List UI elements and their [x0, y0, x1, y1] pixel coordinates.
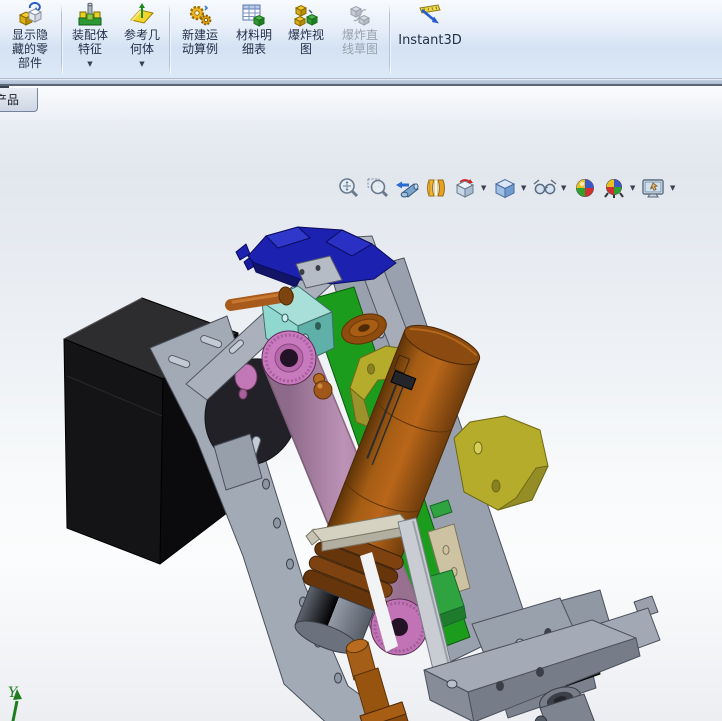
new-motion-study-button[interactable]: 新建运 动算例	[172, 0, 228, 78]
ribbon-separator	[61, 4, 63, 74]
new-motion-study-icon	[187, 2, 213, 28]
ribbon-separator	[169, 4, 171, 74]
button-label-line: 藏的零	[11, 42, 48, 56]
instant3d-icon	[417, 2, 443, 28]
bill-of-materials-button[interactable]: 材料明 细表	[228, 0, 280, 78]
explode-line-sketch-button: 爆炸直 线草图	[332, 0, 388, 78]
button-label-line: 爆炸直	[341, 28, 378, 42]
button-label-line: 参考几	[123, 28, 160, 42]
button-label-line: 线草图	[341, 42, 378, 56]
show-hide-components-button[interactable]: 显示隐 藏的零 部件	[0, 0, 60, 78]
instant3d-button[interactable]: Instant3D	[392, 0, 468, 78]
button-label-line: 动算例	[181, 42, 218, 56]
button-label-line: 爆炸视	[287, 28, 324, 42]
exploded-view-icon	[293, 2, 319, 28]
show-hide-components-icon	[17, 2, 43, 28]
orientation-triad: Y Z X	[8, 685, 22, 721]
document-tab-label: 产品	[0, 93, 20, 107]
button-label-line: 细表	[241, 42, 266, 56]
explode-line-sketch-icon	[347, 2, 373, 28]
button-label-line: 装配体	[71, 28, 108, 42]
graphics-viewport[interactable]: ▼ ▼ ▼ ▼ ▼ Y	[0, 86, 722, 721]
dropdown-caret[interactable]: ▼	[139, 57, 144, 71]
assembly-features-icon	[77, 2, 103, 28]
reference-geometry-button[interactable]: 参考几 何体 ▼	[116, 0, 168, 78]
button-label-line: 材料明	[235, 28, 272, 42]
ribbon-separator	[389, 4, 391, 74]
reference-geometry-icon	[129, 2, 155, 28]
assembly-model: Y Z X	[8, 226, 661, 721]
brown-knob	[313, 373, 333, 400]
button-label-line: 何体	[129, 42, 154, 56]
button-label-line: Instant3D	[398, 33, 462, 48]
solidworks-window: 显示隐 藏的零 部件 装配体 特征 ▼ 参考几 何体 ▼ 新建运 动算例 材料明…	[0, 0, 722, 721]
exploded-view-button[interactable]: 爆炸视 图	[280, 0, 332, 78]
dropdown-caret[interactable]: ▼	[87, 57, 92, 71]
button-label-line: 特征	[77, 42, 102, 56]
assembly-features-button[interactable]: 装配体 特征 ▼	[64, 0, 116, 78]
button-label-line: 图	[299, 42, 312, 56]
orange-pin	[225, 286, 294, 311]
button-label-line: 显示隐	[11, 28, 48, 42]
document-tab[interactable]: 产品	[0, 88, 38, 112]
bill-of-materials-icon	[241, 2, 267, 28]
button-label-line: 部件	[17, 56, 42, 70]
command-manager-ribbon: 显示隐 藏的零 部件 装配体 特征 ▼ 参考几 何体 ▼ 新建运 动算例 材料明…	[0, 0, 722, 79]
button-label-line: 新建运	[181, 28, 218, 42]
